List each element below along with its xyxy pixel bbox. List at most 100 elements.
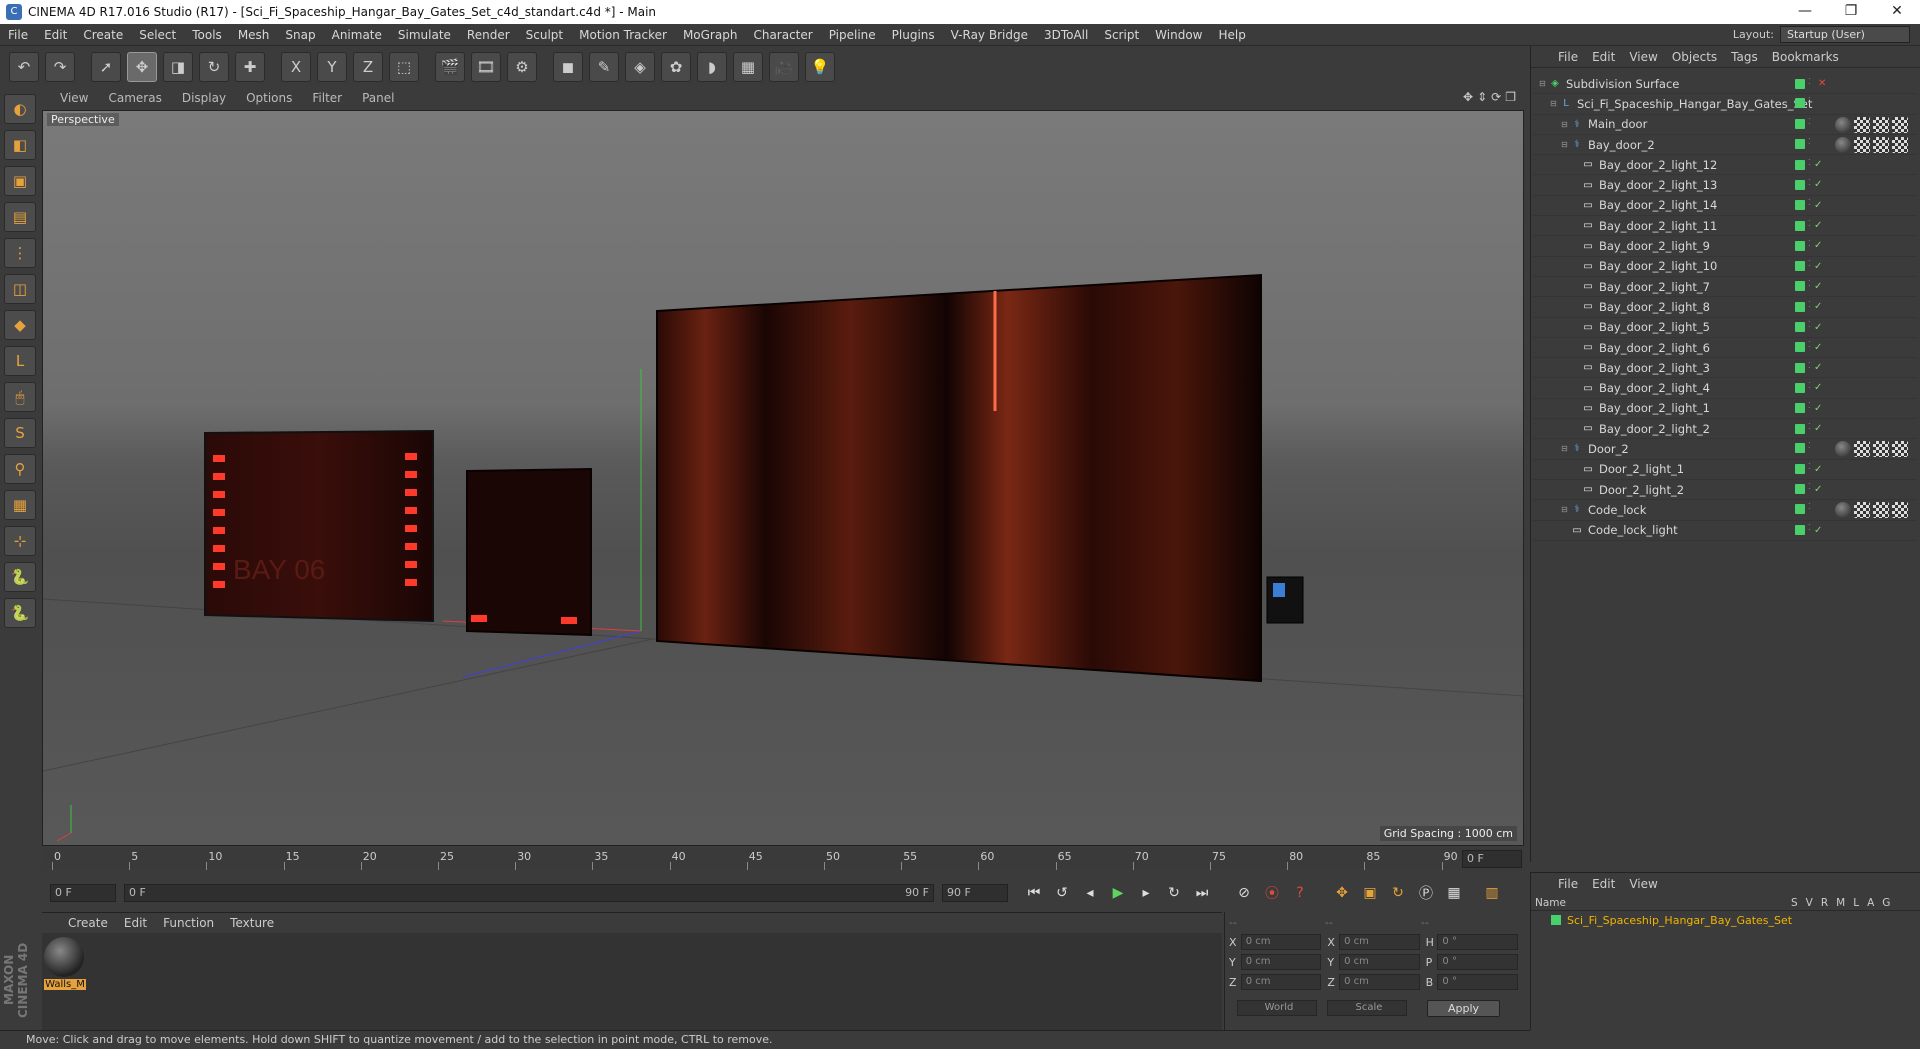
object-row[interactable]: ⊟ ⚕ Main_door ⁚: [1533, 115, 1917, 135]
solo-icon[interactable]: S: [4, 418, 36, 448]
magnet-icon[interactable]: ⚲: [4, 454, 36, 484]
minimize-button[interactable]: —: [1782, 0, 1828, 24]
rotate-icon[interactable]: ↻: [199, 52, 229, 82]
texture-tag-icon[interactable]: [1873, 136, 1889, 153]
visibility-dots-icon[interactable]: ⁚: [1808, 137, 1811, 149]
menu-item-create[interactable]: Create: [75, 28, 131, 42]
viewport-menu-options[interactable]: Options: [236, 91, 302, 105]
restore-button[interactable]: ❐: [1828, 0, 1874, 24]
layer-color-swatch[interactable]: [1795, 362, 1805, 373]
menu-item-script[interactable]: Script: [1096, 28, 1147, 42]
y-axis-icon[interactable]: Y: [317, 52, 347, 82]
undo-icon[interactable]: ↶: [9, 52, 39, 82]
material-tag-icon[interactable]: [1835, 502, 1851, 519]
menu-item-motion-tracker[interactable]: Motion Tracker: [571, 28, 675, 42]
layer-color-swatch[interactable]: [1795, 443, 1805, 454]
object-row[interactable]: ▭ Bay_door_2_light_1 ⁚ ✓: [1533, 399, 1917, 420]
key-rotation-icon[interactable]: ↻: [1386, 882, 1410, 904]
layer-color-swatch[interactable]: [1795, 301, 1805, 312]
visibility-dots-icon[interactable]: ⁚: [1808, 239, 1811, 251]
layer-color-swatch[interactable]: [1795, 403, 1805, 414]
visibility-dots-icon[interactable]: ⁚: [1808, 341, 1811, 352]
object-row[interactable]: ▭ Bay_door_2_light_11 ⁚ ✓: [1533, 216, 1917, 237]
menu-item-render[interactable]: Render: [459, 28, 518, 42]
object-row[interactable]: ▭ Bay_door_2_light_4 ⁚ ✓: [1533, 378, 1917, 399]
layer-color-swatch[interactable]: [1795, 159, 1805, 170]
layer-color-swatch[interactable]: [1795, 179, 1805, 190]
add-object-icon[interactable]: ✚: [235, 52, 265, 82]
layer-color-swatch[interactable]: [1795, 342, 1805, 353]
coord-rot-field[interactable]: 0 °: [1437, 954, 1518, 970]
layer-color-swatch[interactable]: [1795, 200, 1805, 211]
timeline-window-icon[interactable]: ▥: [1480, 882, 1504, 904]
current-frame-field[interactable]: 0 F: [1462, 850, 1522, 868]
next-frame-icon[interactable]: ▸: [1134, 882, 1158, 904]
object-row[interactable]: ▭ Bay_door_2_light_3 ⁚ ✓: [1533, 358, 1917, 379]
menu-item-3dtoall[interactable]: 3DToAll: [1036, 28, 1096, 42]
object-menu-view[interactable]: View: [1622, 50, 1664, 64]
visibility-dots-icon[interactable]: ⁚: [1808, 524, 1811, 535]
scale-dropdown[interactable]: Scale: [1327, 1000, 1407, 1016]
floor-icon[interactable]: ▦: [733, 52, 763, 82]
coord-size-field[interactable]: 0 cm: [1339, 934, 1420, 950]
pen-icon[interactable]: ✎: [589, 52, 619, 82]
scale-icon[interactable]: ◨: [163, 52, 193, 82]
layer-color-swatch[interactable]: [1795, 220, 1805, 231]
texture-tag-icon[interactable]: [1892, 136, 1908, 153]
move-icon[interactable]: ✥: [127, 52, 157, 82]
menu-item-animate[interactable]: Animate: [324, 28, 390, 42]
layer-color-swatch[interactable]: [1795, 423, 1805, 434]
object-row[interactable]: ▭ Door_2_light_1 ⁚ ✓: [1533, 460, 1917, 480]
enabled-check-icon[interactable]: ✓: [1814, 382, 1822, 393]
visibility-dots-icon[interactable]: ⁚: [1808, 321, 1811, 332]
enabled-check-icon[interactable]: ✓: [1814, 342, 1822, 353]
enabled-check-icon[interactable]: ✓: [1814, 159, 1822, 170]
visibility-dots-icon[interactable]: ⁚: [1808, 483, 1811, 494]
enabled-check-icon[interactable]: ✓: [1814, 281, 1822, 292]
visibility-dots-icon[interactable]: ⁚: [1808, 381, 1811, 393]
object-menu-objects[interactable]: Objects: [1665, 50, 1724, 64]
expand-toggle-icon[interactable]: ⊟: [1561, 444, 1571, 453]
layer-color-swatch[interactable]: [1795, 464, 1805, 475]
visibility-dots-icon[interactable]: ⁚: [1808, 219, 1811, 231]
material-swatch[interactable]: Walls_M: [44, 937, 86, 990]
menu-item-help[interactable]: Help: [1210, 28, 1253, 42]
cube-icon[interactable]: ◼: [553, 52, 583, 82]
visibility-dots-icon[interactable]: ⁚: [1808, 463, 1811, 474]
layer-color-swatch[interactable]: [1795, 525, 1805, 536]
visibility-dots-icon[interactable]: ⁚: [1808, 158, 1811, 170]
deformer-icon[interactable]: ◗: [697, 52, 727, 82]
coord-pos-field[interactable]: 0 cm: [1240, 974, 1322, 990]
maximize-view-icon[interactable]: ❐: [1505, 90, 1516, 104]
timeline-ruler[interactable]: 0 5 10 15 20 25 30 35 40 45 50 55 60 65 70 75 80 85 90 0 F: [42, 848, 1524, 870]
edit-render-settings-icon[interactable]: ⚙: [507, 52, 537, 82]
tweak-icon[interactable]: 🖱: [4, 382, 36, 412]
render-picture-viewer-icon[interactable]: 🎞: [471, 52, 501, 82]
texture-tag-icon[interactable]: [1854, 116, 1870, 133]
object-row[interactable]: ⊟ L Sci_Fi_Spaceship_Hangar_Bay_Gates_Set ⁚: [1533, 94, 1917, 115]
coord-rot-field[interactable]: 0 °: [1437, 934, 1518, 950]
layer-color-swatch[interactable]: [1795, 240, 1805, 251]
visibility-dots-icon[interactable]: ⁚: [1808, 402, 1811, 413]
coord-pos-field[interactable]: 0 cm: [1240, 934, 1322, 950]
enabled-check-icon[interactable]: ✓: [1814, 179, 1822, 190]
x-axis-icon[interactable]: X: [281, 52, 311, 82]
viewport-menu-panel[interactable]: Panel: [352, 91, 404, 105]
material-menu-edit[interactable]: Edit: [116, 916, 155, 930]
texture-tag-icon[interactable]: [1854, 441, 1870, 458]
layer-menu-file[interactable]: File: [1551, 877, 1585, 891]
texture-tag-icon[interactable]: [1873, 441, 1889, 458]
material-tag-icon[interactable]: [1835, 441, 1851, 458]
object-row[interactable]: ▭ Bay_door_2_light_8 ⁚ ✓: [1533, 297, 1917, 318]
layer-color-swatch[interactable]: [1795, 281, 1805, 292]
disabled-x-icon[interactable]: ✕: [1818, 78, 1826, 89]
expand-toggle-icon[interactable]: ⊟: [1539, 79, 1549, 88]
menu-item-plugins[interactable]: Plugins: [884, 28, 943, 42]
texture-tag-icon[interactable]: [1854, 502, 1870, 519]
enabled-check-icon[interactable]: ✓: [1814, 525, 1822, 536]
expand-toggle-icon[interactable]: ⊟: [1561, 140, 1571, 149]
object-row[interactable]: ▭ Bay_door_2_light_5 ⁚ ✓: [1533, 318, 1917, 338]
layer-color-swatch[interactable]: [1795, 98, 1805, 109]
viewport-menu-filter[interactable]: Filter: [302, 91, 352, 105]
object-row[interactable]: ▭ Bay_door_2_light_10 ⁚ ✓: [1533, 257, 1917, 277]
